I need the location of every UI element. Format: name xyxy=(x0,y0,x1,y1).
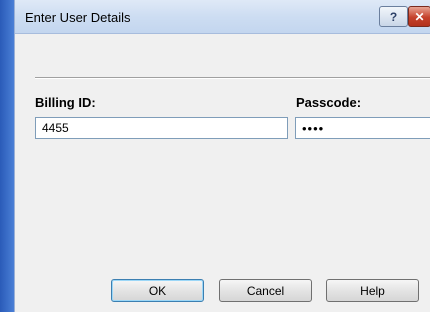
user-details-dialog: Enter User Details ? ✕ Billing ID: Passc… xyxy=(14,0,430,312)
separator xyxy=(35,77,430,79)
billing-id-field[interactable] xyxy=(35,117,288,139)
close-icon: ✕ xyxy=(414,9,425,24)
billing-id-label: Billing ID: xyxy=(35,95,96,110)
ok-button[interactable]: OK xyxy=(111,279,204,302)
passcode-field[interactable] xyxy=(295,117,430,139)
titlebar-close-button[interactable]: ✕ xyxy=(408,6,430,27)
passcode-label: Passcode: xyxy=(296,95,362,110)
titlebar-help-button[interactable]: ? xyxy=(379,6,408,27)
desktop-edge xyxy=(0,0,14,312)
cancel-button[interactable]: Cancel xyxy=(219,279,312,302)
help-button[interactable]: Help xyxy=(326,279,419,302)
title-bar: Enter User Details ? ✕ xyxy=(15,0,430,34)
dialog-title: Enter User Details xyxy=(25,10,131,25)
question-icon: ? xyxy=(389,9,398,24)
